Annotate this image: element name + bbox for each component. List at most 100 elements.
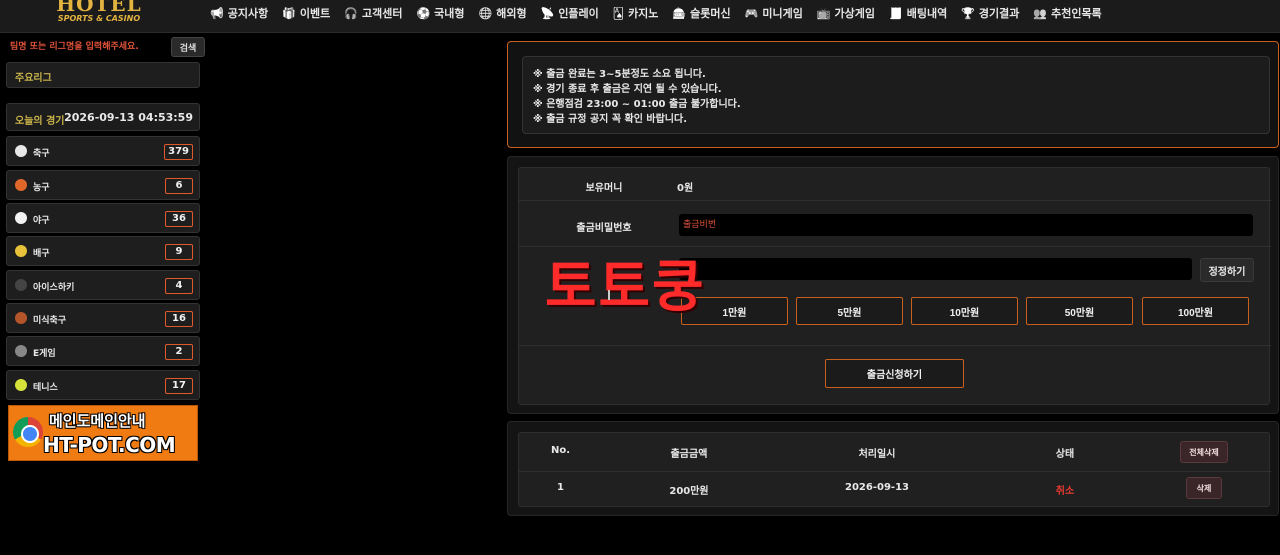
nav-item-12[interactable]: 👥 추천인목록 [1033, 5, 1101, 21]
domain-banner[interactable]: 메인도메인안내 HT-POT.COM [8, 405, 198, 461]
today-games-label: 오늘의 경기 [15, 116, 65, 127]
nav-item-4[interactable]: 🌐 해외형 [479, 5, 527, 21]
sport-name: 아이스하키 [33, 283, 75, 293]
nav-item-label: 인플레이 [558, 7, 599, 20]
sport-item[interactable]: 축구 379 [6, 136, 200, 166]
league-search: 검색 [6, 36, 205, 58]
reset-button[interactable]: 정정하기 [1200, 258, 1254, 282]
password-label: 출금비밀번호 [576, 223, 632, 234]
sport-name: 배구 [33, 249, 50, 259]
nav-item-8[interactable]: 🎮 미니게임 [745, 5, 803, 21]
users-icon: 👥 [1033, 6, 1048, 20]
sport-item[interactable]: E게임 2 [6, 336, 200, 366]
sport-name: 미식축구 [33, 316, 67, 326]
sport-name: 야구 [33, 216, 50, 226]
gift-icon: 🎁 [282, 6, 296, 20]
nav-item-label: 경기결과 [978, 7, 1020, 20]
sport-item[interactable]: 농구 6 [6, 170, 200, 200]
nav-item-0[interactable]: 📢 공지사항 [210, 5, 268, 21]
nav-item-2[interactable]: 🎧 고객센터 [344, 5, 402, 21]
delete-row-button[interactable]: 삭제 [1186, 477, 1222, 499]
soccer-icon: ⚽ [416, 6, 431, 20]
broadcast-icon: 📡 [540, 6, 555, 20]
notice-line: ※ 출금 완료는 3~5분정도 소요 됩니다. [533, 69, 706, 80]
nav-item-label: 고객센터 [361, 7, 403, 20]
sport-item[interactable]: 야구 36 [6, 203, 200, 233]
withdraw-notice: ※ 출금 완료는 3~5분정도 소요 됩니다. ※ 경기 종료 후 출금은 지연… [507, 41, 1279, 148]
withdraw-submit-button[interactable]: 출금신청하기 [825, 359, 964, 388]
nav-item-label: 슬롯머신 [690, 7, 731, 20]
sport-name: E게임 [33, 349, 56, 359]
nav-item-1[interactable]: 🎁 이벤트 [282, 5, 330, 21]
divider [519, 345, 1271, 346]
divider [519, 200, 1271, 201]
nav-item-6[interactable]: 🂡 카지노 [613, 5, 659, 21]
globe-icon: 🌐 [478, 6, 493, 20]
quick-amount-5-button[interactable]: 5만원 [796, 297, 903, 325]
nav-item-3[interactable]: ⚽ 국내형 [416, 5, 464, 21]
withdraw-amount-input[interactable] [679, 258, 1192, 280]
sport-count-badge: 2 [165, 344, 193, 360]
league-search-input[interactable] [6, 36, 161, 58]
nav-item-10[interactable]: 🧾 배팅내역 [889, 5, 947, 21]
quick-amount-50-button[interactable]: 50만원 [1026, 297, 1133, 325]
quick-amount-10-button[interactable]: 10만원 [911, 297, 1018, 325]
search-button[interactable]: 검색 [171, 37, 205, 57]
sport-name: 테니스 [33, 383, 58, 393]
sport-count-badge: 36 [165, 211, 193, 227]
row-date: 2026-09-13 [845, 482, 909, 493]
sport-item[interactable]: 아이스하키 4 [6, 270, 200, 300]
divider [519, 471, 1271, 472]
row-amount: 200만원 [669, 486, 709, 497]
banner-line1: 메인도메인안내 [49, 412, 146, 430]
notice-line: ※ 출금 규정 공지 꼭 확인 바랍니다. [533, 114, 688, 125]
card-icon: 🂡 [612, 6, 625, 20]
sport-count-badge: 379 [164, 144, 193, 160]
nav-item-11[interactable]: 🏆 경기결과 [961, 5, 1019, 21]
nav-item-5[interactable]: 📡 인플레이 [541, 5, 599, 21]
chrome-icon [13, 417, 43, 447]
sport-item[interactable]: 미식축구 16 [6, 303, 200, 333]
sport-item[interactable]: 배구 9 [6, 236, 200, 266]
nav-item-label: 카지노 [628, 7, 659, 20]
sport-name: 농구 [33, 183, 50, 193]
sport-name: 축구 [33, 149, 50, 159]
basketball-icon [15, 179, 27, 191]
row-no: 1 [557, 482, 564, 493]
headset-icon: 🎧 [344, 6, 358, 20]
notice-line: ※ 은행점검 23:00 ~ 01:00 출금 불가합니다. [533, 99, 741, 110]
trophy-icon: 🏆 [961, 6, 975, 20]
col-date: 처리일시 [858, 449, 896, 460]
withdraw-history-panel: No. 출금금액 처리일시 상태 전체삭제 1 200만원 2026-09-13… [507, 421, 1279, 516]
banner-line2: HT-POT.COM [43, 433, 176, 457]
quick-amount-100-button[interactable]: 100만원 [1142, 297, 1249, 325]
col-no: No. [550, 445, 571, 456]
top-nav-bar: HOTEL SPORTS & CASINO 📢 공지사항 🎁 이벤트 🎧 고객센터 ⚽ 국내형… [0, 0, 1280, 33]
nav-item-label: 공지사항 [227, 7, 269, 20]
sport-count-badge: 4 [165, 278, 193, 294]
sport-item[interactable]: 테니스 17 [6, 370, 200, 400]
nav-item-9[interactable]: 📺 가상게임 [817, 5, 875, 21]
nav-item-label: 배팅내역 [906, 7, 948, 20]
delete-all-button[interactable]: 전체삭제 [1180, 441, 1228, 463]
sport-count-badge: 9 [165, 244, 193, 260]
major-league-header[interactable]: 주요리그 [6, 62, 200, 88]
row-status: 취소 [1055, 486, 1075, 497]
slot-icon: 🎰 [672, 6, 687, 20]
nav-item-label: 추천인목록 [1051, 7, 1102, 20]
logo-subtitle: SPORTS & CASINO [57, 14, 141, 23]
watermark: 토토쿵 [545, 255, 706, 320]
balance-label: 보유머니 [585, 183, 623, 194]
baseball-icon [15, 212, 27, 224]
receipt-icon: 🧾 [889, 6, 903, 20]
nav-item-label: 이벤트 [299, 7, 331, 20]
text-cursor [608, 290, 610, 300]
nav-item-label: 가상게임 [834, 7, 875, 20]
volleyball-icon [15, 245, 27, 257]
nav-item-7[interactable]: 🎰 슬롯머신 [672, 5, 730, 21]
nav-item-label: 국내형 [434, 7, 465, 20]
nav-item-label: 미니게임 [762, 7, 803, 20]
withdraw-password-input[interactable] [679, 214, 1253, 236]
nav-item-label: 해외형 [496, 7, 527, 20]
logo[interactable]: HOTEL SPORTS & CASINO [54, 0, 144, 28]
